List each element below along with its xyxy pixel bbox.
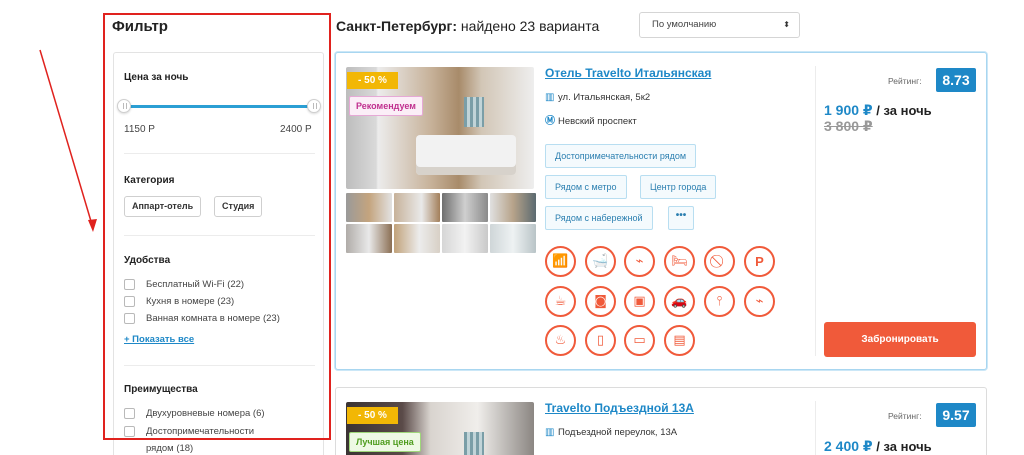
filter-title: Фильтр bbox=[112, 18, 168, 35]
current-price: 2 400 ₽ / за ночь bbox=[824, 438, 932, 455]
hotel-address: ▥ Подъездной переулок, 13А bbox=[545, 427, 677, 438]
card-divider bbox=[815, 401, 816, 455]
price-slider-max-handle[interactable] bbox=[307, 99, 321, 113]
rating-badge: 9.57 bbox=[936, 403, 976, 427]
checkbox-label: Ванная комната в номере (23) bbox=[146, 313, 280, 324]
feature-chip[interactable]: Центр города bbox=[640, 175, 717, 199]
checkbox[interactable] bbox=[124, 313, 135, 324]
divider bbox=[124, 365, 315, 366]
tv-icon: ▣ bbox=[624, 286, 655, 317]
price-value: 1 900 ₽ bbox=[824, 102, 873, 118]
price-slider-min-handle[interactable] bbox=[117, 99, 131, 113]
checkbox[interactable] bbox=[124, 426, 135, 437]
rating-label: Рейтинг: bbox=[888, 411, 922, 421]
bed-icon: 🛏 bbox=[664, 246, 695, 277]
discount-badge: - 50 % bbox=[347, 72, 398, 89]
annotation-arrow bbox=[39, 49, 97, 232]
old-price: 3 800 ₽ bbox=[824, 118, 873, 134]
hotel-name-link[interactable]: Отель Travelto Итальянская bbox=[545, 66, 711, 80]
results-header: Санкт-Петербург: найдено 23 варианта bbox=[336, 18, 599, 34]
car-icon: 🚗 bbox=[664, 286, 695, 317]
current-price: 1 900 ₽ / за ночь bbox=[824, 102, 932, 119]
rating-badge: 8.73 bbox=[936, 68, 976, 92]
hairdryer-icon: ⌁ bbox=[624, 246, 655, 277]
hotel-metro: Ⓜ Невский проспект bbox=[545, 116, 637, 127]
microwave-icon: ▭ bbox=[624, 325, 655, 356]
price-max-label: 2400 Р bbox=[280, 124, 312, 135]
hotel-thumbnail[interactable] bbox=[490, 193, 536, 222]
address-text: ул. Итальянская, 5к2 bbox=[558, 92, 651, 103]
hotel-name-link[interactable]: Travelto Подъездной 13А bbox=[545, 401, 694, 415]
address-text: Подъездной переулок, 13А bbox=[558, 427, 678, 438]
sort-select[interactable]: По умолчанию ⬍ bbox=[639, 12, 800, 38]
category-filter-title: Категория bbox=[124, 175, 175, 186]
no-smoking-icon: ⃠ bbox=[704, 246, 735, 277]
price-value: 2 400 ₽ bbox=[824, 438, 873, 454]
sort-selected-value: По умолчанию bbox=[652, 19, 717, 30]
checkbox-label-continued: рядом (18) bbox=[146, 443, 193, 455]
discount-badge: - 50 % bbox=[347, 407, 398, 424]
hotel-thumbnail[interactable] bbox=[394, 193, 440, 222]
hotel-thumbnail[interactable] bbox=[442, 193, 488, 222]
hairdryer-2-icon: ⌁ bbox=[744, 286, 775, 317]
divider bbox=[124, 235, 315, 236]
hotel-thumbnail[interactable] bbox=[346, 193, 392, 222]
building-icon: ▥ bbox=[545, 91, 555, 103]
parking-icon: P bbox=[744, 246, 775, 277]
hotel-thumbnail[interactable] bbox=[442, 224, 488, 253]
hotel-thumbnail[interactable] bbox=[490, 224, 536, 253]
amenity-checkbox-wifi[interactable]: Бесплатный Wi-Fi (22) bbox=[124, 279, 244, 291]
bathtub-icon: 🛁 bbox=[585, 246, 616, 277]
show-all-link[interactable]: + Показать все bbox=[124, 334, 194, 345]
feature-chip[interactable]: Рядом с набережной bbox=[545, 206, 653, 230]
hotel-thumbnail[interactable] bbox=[346, 224, 392, 253]
price-slider-track[interactable] bbox=[124, 105, 315, 108]
book-button[interactable]: Забронировать bbox=[824, 322, 976, 357]
category-option-studio[interactable]: Студия bbox=[214, 196, 263, 217]
page: Фильтр Цена за ночь 1150 Р 2400 Р Катего… bbox=[0, 0, 1024, 455]
wifi-icon: 📶 bbox=[545, 246, 576, 277]
best-price-tag: Лучшая цена bbox=[349, 432, 421, 452]
advantages-filter-title: Преимущества bbox=[124, 384, 198, 395]
hotel-address: ▥ ул. Итальянская, 5к2 bbox=[545, 92, 650, 103]
per-night-label: / за ночь bbox=[872, 103, 932, 118]
city-name: Санкт-Петербург: bbox=[336, 18, 458, 34]
kettle-icon: ▤ bbox=[664, 325, 695, 356]
checkbox-label: Бесплатный Wi-Fi (22) bbox=[146, 279, 245, 290]
fridge-icon: ▯ bbox=[585, 325, 616, 356]
hotel-thumbnail[interactable] bbox=[394, 224, 440, 253]
per-night-label: / за ночь bbox=[872, 439, 932, 454]
checkbox-label: Кухня в номере (23) bbox=[146, 296, 235, 307]
washing-machine-icon: ◙ bbox=[585, 286, 616, 317]
price-filter-title: Цена за ночь bbox=[124, 72, 189, 83]
checkbox-label: Двухуровневые номера (6) bbox=[146, 408, 265, 419]
metro-icon: Ⓜ bbox=[545, 115, 555, 127]
chef-icon: ♨ bbox=[545, 325, 576, 356]
advantage-checkbox-duplex[interactable]: Двухуровневые номера (6) bbox=[124, 408, 265, 420]
coffee-icon: ☕ bbox=[545, 286, 576, 317]
amenity-checkbox-kitchen[interactable]: Кухня в номере (23) bbox=[124, 296, 234, 308]
checkbox[interactable] bbox=[124, 296, 135, 307]
feature-chip[interactable]: Рядом с метро bbox=[545, 175, 627, 199]
metro-text: Невский проспект bbox=[558, 116, 637, 127]
price-min-label: 1150 Р bbox=[124, 124, 155, 135]
card-divider bbox=[815, 66, 816, 356]
amenities-filter-title: Удобства bbox=[124, 255, 171, 266]
checkbox-label: Достопримечательности bbox=[146, 426, 255, 437]
checkbox[interactable] bbox=[124, 408, 135, 419]
building-icon: ▥ bbox=[545, 426, 555, 438]
advantage-checkbox-sights[interactable]: Достопримечательности bbox=[124, 426, 254, 438]
feature-chip[interactable]: Достопримечательности рядом bbox=[545, 144, 697, 168]
sort-arrows-icon: ⬍ bbox=[783, 20, 790, 29]
broom-icon: ⫯ bbox=[704, 286, 735, 317]
more-chips-button[interactable]: ••• bbox=[668, 206, 694, 230]
category-option-apart-hotel[interactable]: Аппарт-отель bbox=[124, 196, 202, 217]
results-count: найдено 23 варианта bbox=[460, 18, 600, 34]
checkbox-label: рядом (18) bbox=[146, 443, 194, 454]
checkbox[interactable] bbox=[124, 279, 135, 290]
divider bbox=[124, 153, 315, 154]
amenity-checkbox-bathroom[interactable]: Ванная комната в номере (23) bbox=[124, 313, 280, 325]
recommend-tag: Рекомендуем bbox=[349, 96, 423, 116]
rating-label: Рейтинг: bbox=[888, 76, 922, 86]
